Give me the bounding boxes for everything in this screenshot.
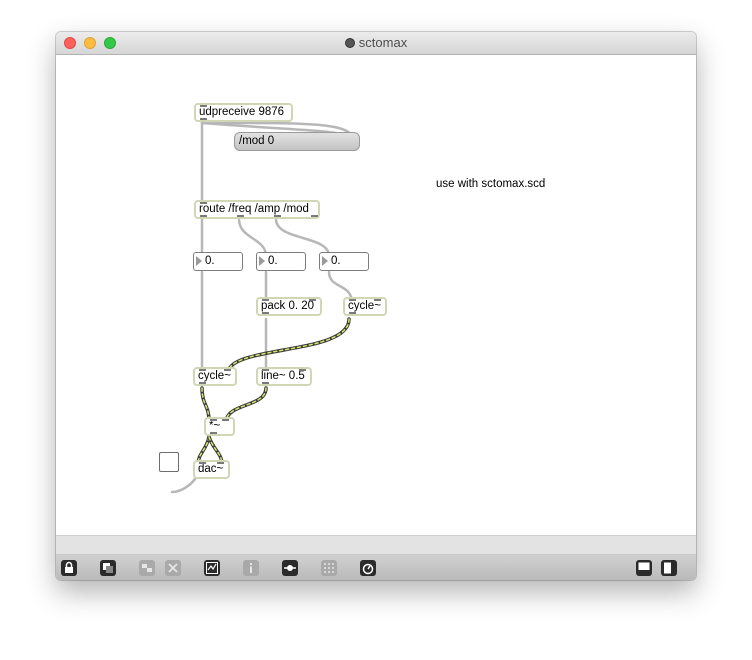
document-icon [344,38,355,48]
dac-object[interactable]: dac~ [193,460,230,479]
inspector-icon[interactable] [243,560,259,576]
number-box-freq[interactable]: 0. [193,252,243,271]
line-label: line~ 0.5 [261,370,305,382]
comment-usage: use with sctomax.scd [436,178,546,190]
title-bar[interactable]: sctomax [56,32,696,55]
udpreceive-label: udpreceive 9876 [199,106,285,118]
number-value: 0. [205,255,215,267]
clipping-icon[interactable] [139,560,155,576]
number-value: 0. [268,255,278,267]
window-title: sctomax [56,32,696,54]
cycle-mod-object[interactable]: cycle~ [343,297,387,316]
line-object[interactable]: line~ 0.5 [256,367,312,386]
bottom-panel-icon[interactable] [636,560,652,576]
mod-message-label: /mod 0 [239,135,275,147]
delete-icon[interactable] [165,560,181,576]
right-panel-icon[interactable] [661,560,677,576]
app-window: sctomax udpreceive 9876 /mod 0 use with … [56,32,696,580]
number-arrow-icon [196,256,202,266]
route-object[interactable]: route /freq /amp /mod [194,200,320,219]
patcher-canvas[interactable]: udpreceive 9876 /mod 0 use with sctomax.… [56,55,696,535]
multiply-object[interactable]: *~ [204,417,235,436]
multiply-label: *~ [209,420,221,432]
status-strip [56,536,696,555]
grid-icon[interactable] [321,560,337,576]
patch-cords [170,119,354,494]
number-arrow-icon [259,256,265,266]
debug-icon[interactable] [204,560,220,576]
signal-cord-cycle-cycle [227,318,350,373]
number-value: 0. [331,255,341,267]
connection-icon[interactable] [282,560,298,576]
patcher-toolbar [56,535,696,580]
cycle-main-label: cycle~ [198,370,231,382]
route-label: route /freq /amp /mod [199,203,309,215]
pack-label: pack 0. 20 [261,300,315,312]
udpreceive-object[interactable]: udpreceive 9876 [194,103,293,122]
cord-route-num3 [274,217,331,258]
audio-icon[interactable] [360,560,376,576]
pack-object[interactable]: pack 0. 20 [256,297,322,316]
cycle-main-object[interactable]: cycle~ [193,367,237,386]
number-box-mod[interactable]: 0. [319,252,369,271]
dac-label: dac~ [198,463,224,475]
cycle-mod-label: cycle~ [348,300,381,312]
toggle-checkbox[interactable] [159,452,179,472]
lock-icon[interactable] [61,560,77,576]
mod-message-box[interactable]: /mod 0 [234,132,360,151]
number-box-amp[interactable]: 0. [256,252,306,271]
signal-cord-line-mult [225,387,267,422]
cord-route-num2 [237,217,268,258]
presentation-icon[interactable] [100,560,116,576]
number-arrow-icon [322,256,328,266]
window-title-text: sctomax [358,35,408,50]
